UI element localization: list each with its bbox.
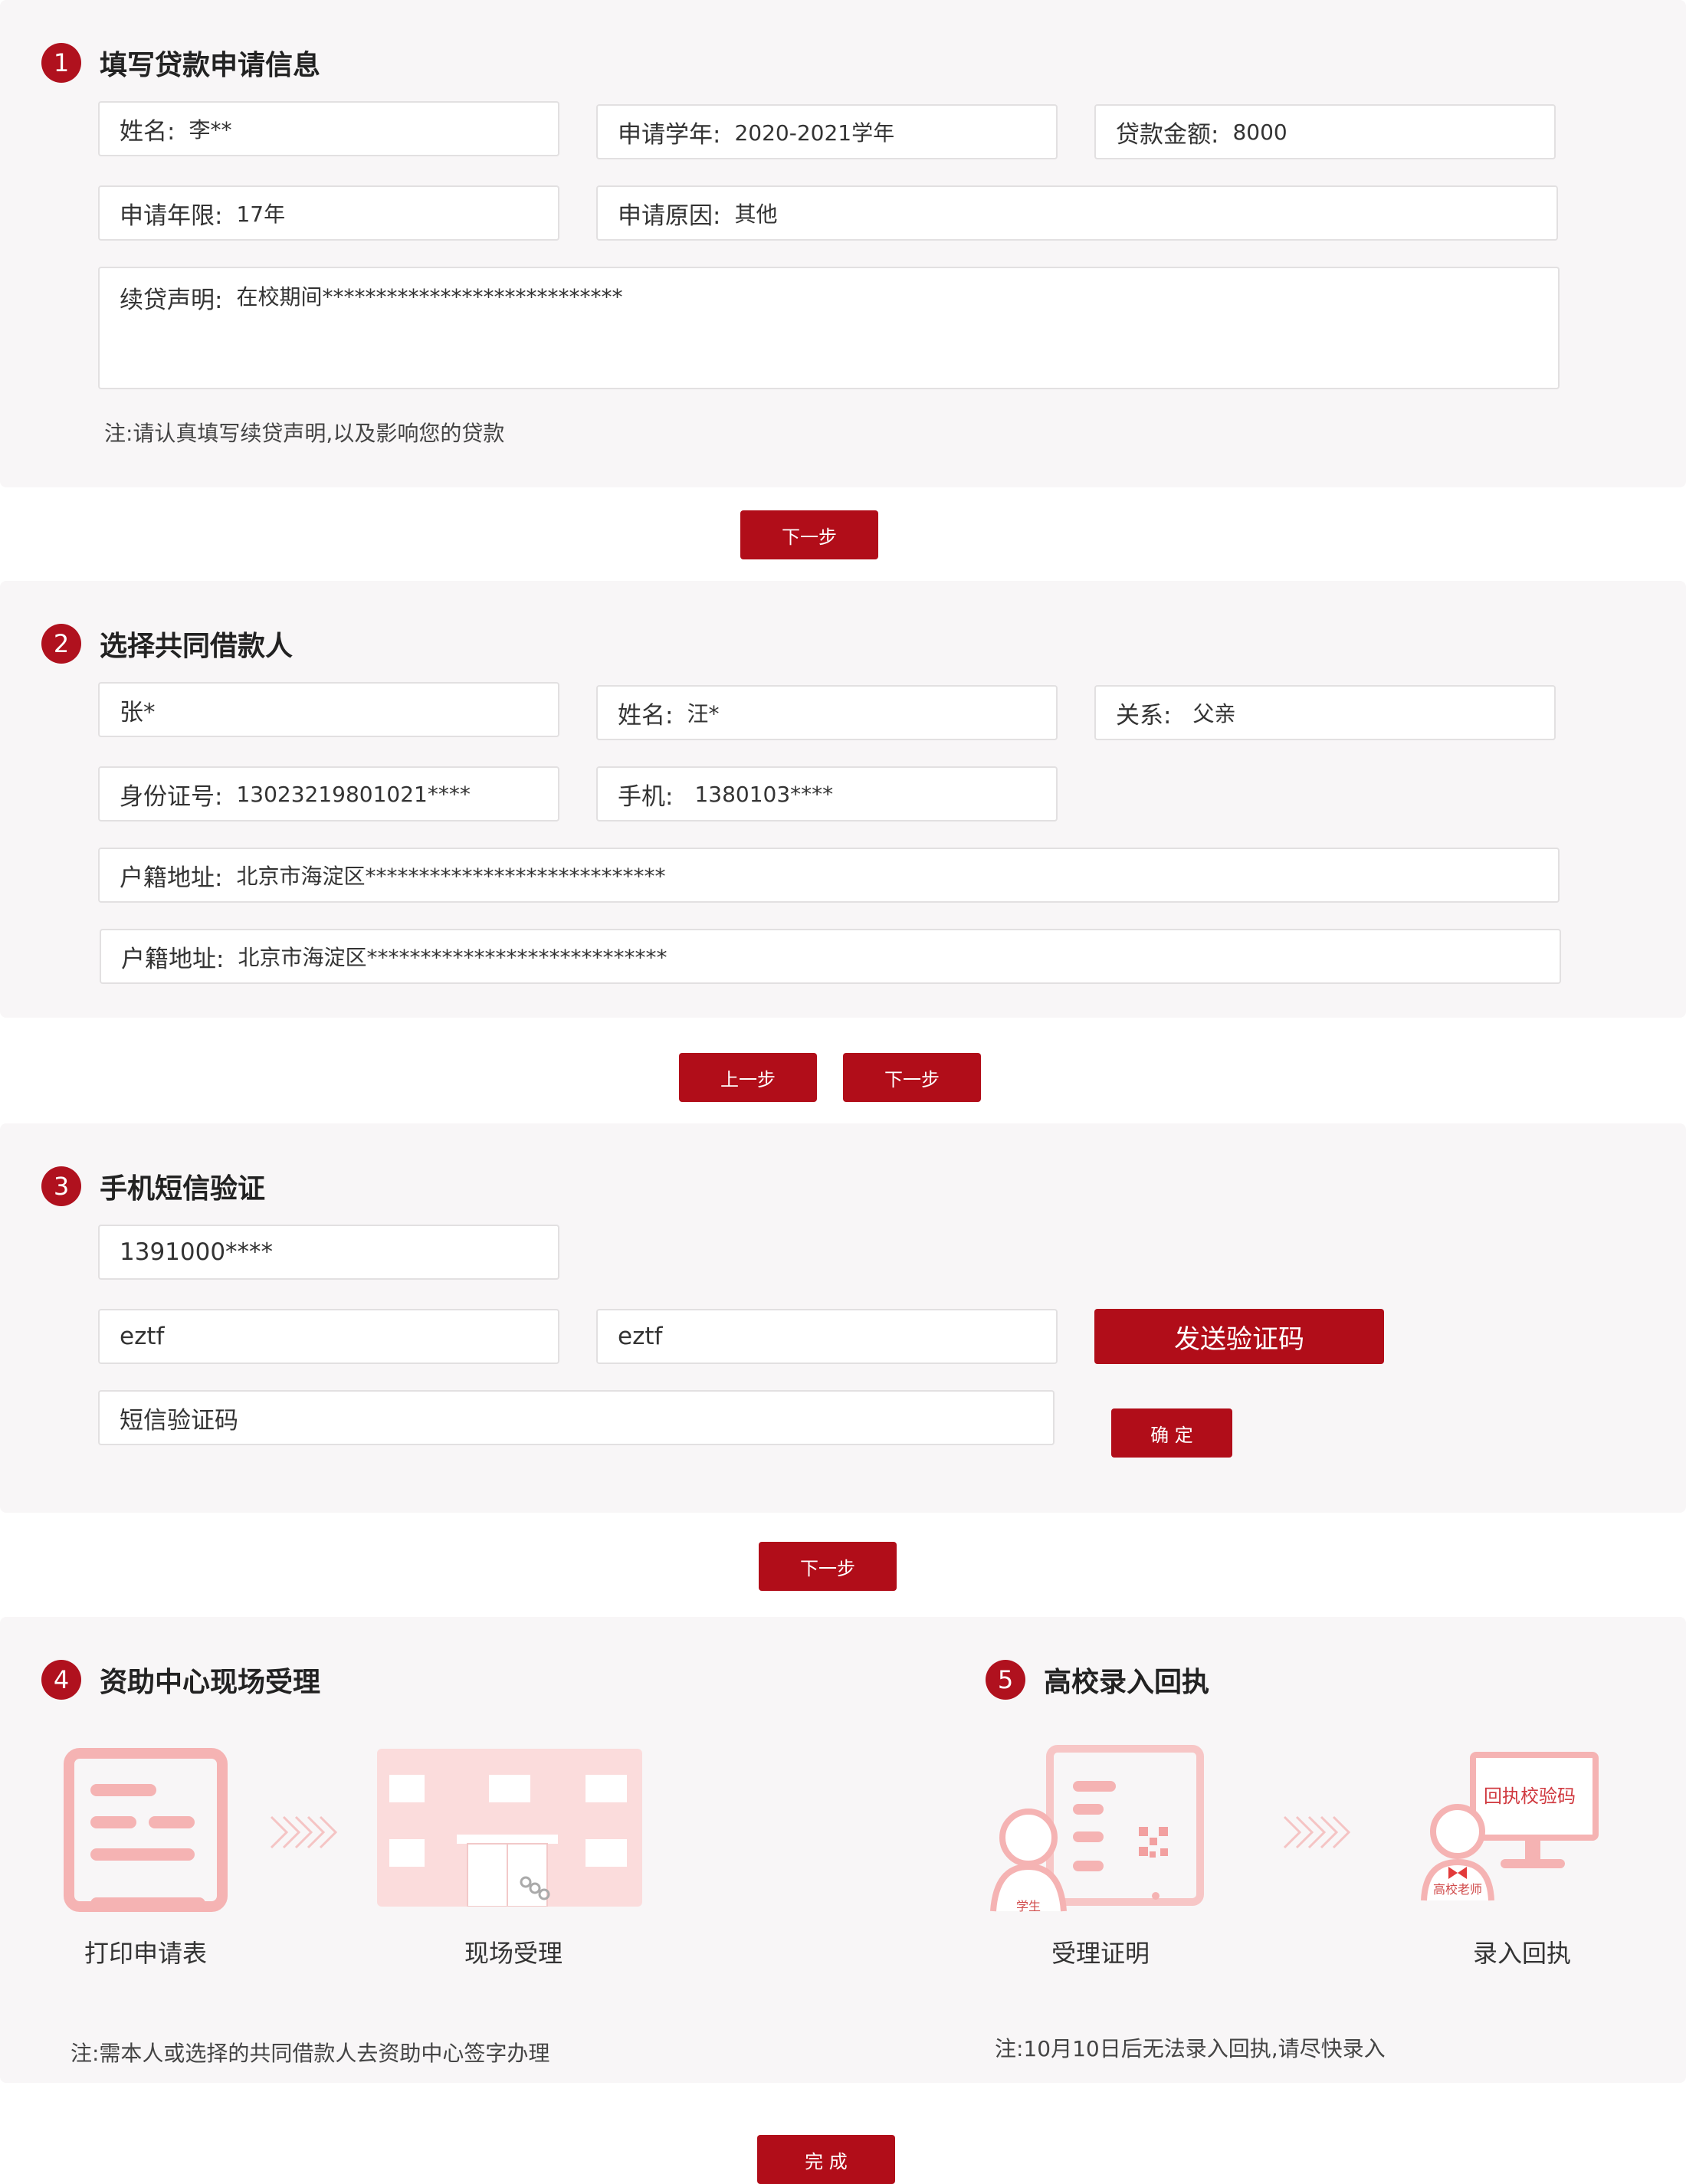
id-number-value: 13023219801021**** bbox=[236, 781, 471, 807]
name-label: 姓名: bbox=[120, 117, 175, 146]
teacher-tag: 高校老师 bbox=[1432, 1882, 1482, 1897]
reason-label: 申请原因: bbox=[618, 202, 721, 230]
relation-field[interactable]: 关系: 父亲 bbox=[1094, 685, 1556, 740]
step2-next-button[interactable]: 下一步 bbox=[843, 1053, 981, 1102]
name-value: 李** bbox=[189, 117, 232, 143]
captcha-input[interactable]: eztf bbox=[98, 1309, 559, 1364]
step5-title: 高校录入回执 bbox=[1044, 1667, 1210, 1698]
step3-title: 手机短信验证 bbox=[100, 1173, 266, 1205]
year-field[interactable]: 申请学年: 2020-2021学年 bbox=[596, 104, 1058, 159]
onsite-caption: 现场受理 bbox=[464, 1939, 563, 1968]
borrower-value: 张* bbox=[120, 698, 156, 726]
reason-field[interactable]: 申请原因: 其他 bbox=[596, 185, 1558, 241]
step5-header: 5 高校录入回执 bbox=[986, 1660, 1209, 1700]
print-form-caption: 打印申请表 bbox=[84, 1939, 207, 1968]
captcha-input-value: eztf bbox=[120, 1323, 165, 1350]
step3-header: 3 手机短信验证 bbox=[41, 1166, 265, 1206]
id-number-field[interactable]: 身份证号: 13023219801021**** bbox=[98, 766, 559, 821]
step1-header: 1 填写贷款申请信息 bbox=[41, 43, 320, 83]
step4-title: 资助中心现场受理 bbox=[100, 1667, 321, 1698]
sms-code-input[interactable]: 短信验证码 bbox=[98, 1390, 1055, 1445]
year-label: 申请学年: bbox=[618, 120, 721, 149]
statement-label: 续贷声明: bbox=[120, 287, 223, 314]
building-icon bbox=[377, 1749, 642, 1907]
term-label: 申请年限: bbox=[120, 202, 223, 230]
step4-number: 4 bbox=[41, 1660, 81, 1700]
statement-textarea[interactable]: 续贷声明: 在校期间**************************** bbox=[98, 267, 1560, 389]
year-value: 2020-2021学年 bbox=[734, 120, 895, 146]
step2-title: 选择共同借款人 bbox=[100, 631, 294, 662]
sms-code-placeholder: 短信验证码 bbox=[120, 1406, 238, 1435]
enter-receipt-caption: 录入回执 bbox=[1472, 1939, 1571, 1968]
step3-number: 3 bbox=[41, 1166, 81, 1206]
step5-number: 5 bbox=[986, 1660, 1025, 1700]
term-field[interactable]: 申请年限: 17年 bbox=[98, 185, 559, 241]
captcha-image-field[interactable]: eztf bbox=[596, 1309, 1058, 1364]
coborrower-name-label: 姓名: bbox=[618, 701, 674, 730]
step2-number: 2 bbox=[41, 624, 81, 664]
address1-label: 户籍地址: bbox=[120, 864, 223, 892]
step1-title: 填写贷款申请信息 bbox=[100, 50, 321, 81]
screen-code-text: 回执校验码 bbox=[1484, 1786, 1576, 1807]
step3-next-button[interactable]: 下一步 bbox=[759, 1542, 897, 1591]
name-field[interactable]: 姓名: 李** bbox=[98, 101, 559, 156]
address2-value: 北京市海淀区**************************** bbox=[238, 945, 668, 970]
amount-value: 8000 bbox=[1232, 119, 1287, 145]
amount-field[interactable]: 贷款金额: 8000 bbox=[1094, 104, 1556, 159]
coborrower-name-field[interactable]: 姓名: 汪* bbox=[596, 685, 1058, 740]
id-number-label: 身份证号: bbox=[120, 782, 223, 811]
certificate-icon bbox=[990, 1745, 1204, 1912]
step5-note: 注:10月10日后无法录入回执,请尽快录入 bbox=[995, 2036, 1386, 2061]
address2-field[interactable]: 户籍地址: 北京市海淀区**************************** bbox=[100, 929, 1561, 984]
sms-phone-value: 1391000**** bbox=[120, 1238, 274, 1266]
relation-value: 父亲 bbox=[1192, 701, 1236, 726]
form-icon bbox=[64, 1748, 228, 1912]
address2-label: 户籍地址: bbox=[121, 945, 225, 973]
borrower-select[interactable]: 张* bbox=[98, 682, 559, 737]
relation-label: 关系: bbox=[1116, 701, 1172, 730]
address1-value: 北京市海淀区**************************** bbox=[236, 864, 666, 889]
statement-value: 在校期间**************************** bbox=[236, 284, 623, 310]
receipt-proof-caption: 受理证明 bbox=[1051, 1939, 1150, 1968]
phone-value: 1380103**** bbox=[694, 781, 834, 807]
send-code-button[interactable]: 发送验证码 bbox=[1094, 1309, 1384, 1364]
step4-note: 注:需本人或选择的共同借款人去资助中心签字办理 bbox=[71, 2041, 550, 2066]
confirm-button[interactable]: 确 定 bbox=[1111, 1408, 1232, 1458]
phone-field[interactable]: 手机: 1380103**** bbox=[596, 766, 1058, 821]
student-tag: 学生 bbox=[1015, 1899, 1041, 1913]
phone-label: 手机: bbox=[618, 782, 674, 811]
arrow-right-icon bbox=[1283, 1815, 1350, 1849]
amount-label: 贷款金额: bbox=[1116, 120, 1219, 149]
coborrower-name-value: 汪* bbox=[687, 701, 720, 726]
step1-number: 1 bbox=[41, 43, 81, 83]
step2-prev-button[interactable]: 上一步 bbox=[679, 1053, 817, 1102]
captcha-image-value: eztf bbox=[618, 1323, 663, 1350]
step4-header: 4 资助中心现场受理 bbox=[41, 1660, 320, 1700]
reason-value: 其他 bbox=[734, 202, 778, 227]
step1-next-button[interactable]: 下一步 bbox=[740, 510, 878, 559]
step1-note: 注:请认真填写续贷声明,以及影响您的贷款 bbox=[104, 421, 505, 446]
address1-field[interactable]: 户籍地址: 北京市海淀区**************************** bbox=[98, 848, 1560, 903]
term-value: 17年 bbox=[236, 202, 286, 227]
arrow-right-icon bbox=[270, 1815, 337, 1849]
finish-button[interactable]: 完 成 bbox=[757, 2135, 895, 2184]
step2-header: 2 选择共同借款人 bbox=[41, 624, 293, 664]
sms-phone-field[interactable]: 1391000**** bbox=[98, 1225, 559, 1280]
